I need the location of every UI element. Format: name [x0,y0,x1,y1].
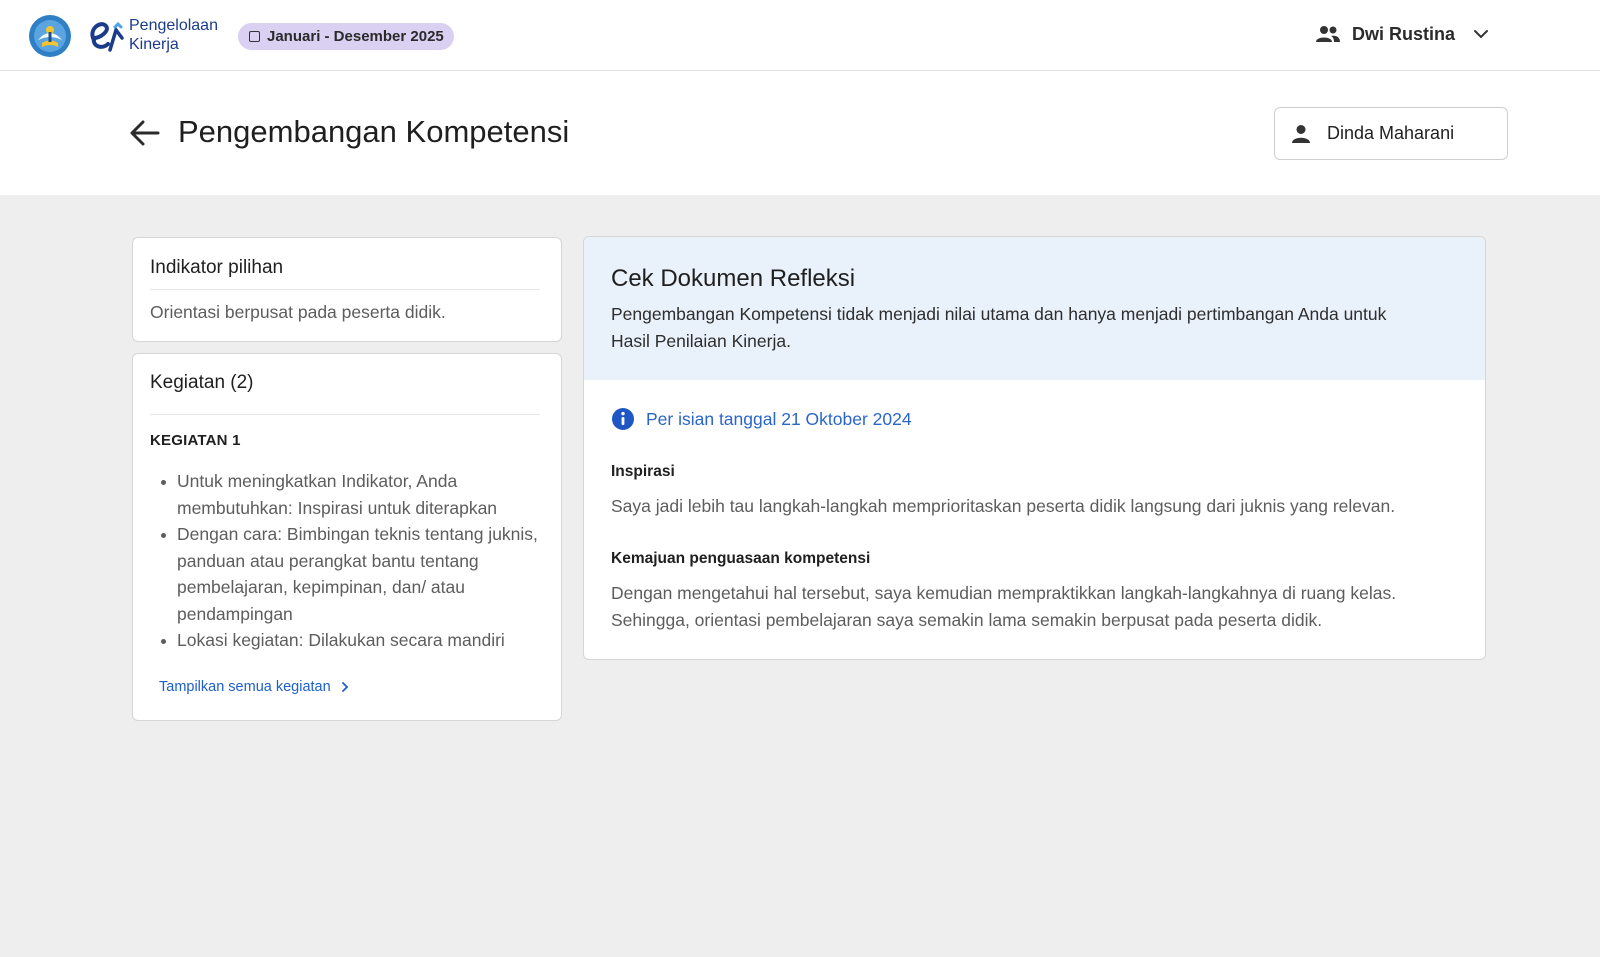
list-item: Untuk meningkatkan Indikator, Anda membu… [150,468,545,521]
brand-line-1: Pengelolaan [129,17,218,34]
kegiatan-item-heading: KEGIATAN 1 [150,432,241,449]
person-button-label: Dinda Maharani [1327,123,1455,143]
user-menu[interactable]: Dwi Rustina [1316,18,1489,50]
inspirasi-text: Saya jadi lebih tau langkah-langkah memp… [611,496,1396,516]
page-title: Pengembangan Kompetensi [178,114,570,149]
show-all-label: Tampilkan semua kegiatan [159,679,331,695]
dokumen-header: Cek Dokumen Refleksi Pengembangan Kompet… [584,237,1485,380]
users-icon [1316,26,1340,42]
brand-line-2: Kinerja [129,36,179,53]
inspirasi-label: Inspirasi [611,463,675,480]
pengelolaan-kinerja-logo-icon [90,21,124,52]
date-note-text: Per isian tanggal 21 Oktober 2024 [646,408,912,429]
indikator-title: Indikator pilihan [150,257,284,278]
divider [150,414,540,415]
back-arrow-icon[interactable] [128,116,162,150]
brand-name: Pengelolaan Kinerja [129,16,218,54]
period-chip[interactable]: Januari - Desember 2025 [238,23,454,50]
period-label: Januari - Desember 2025 [267,28,444,45]
date-note: Per isian tanggal 21 Oktober 2024 [611,407,912,431]
chevron-down-icon [1474,30,1489,39]
kegiatan-card: Kegiatan (2) KEGIATAN 1 Untuk meningkatk… [132,353,562,721]
kegiatan-title: Kegiatan (2) [150,372,254,393]
dokumen-title: Cek Dokumen Refleksi [611,265,856,292]
tut-wuri-handayani-logo[interactable] [28,14,72,58]
list-item: Lokasi kegiatan: Dilakukan secara mandir… [150,627,545,654]
page-header: Pengembangan Kompetensi Dinda Maharani [0,71,1600,195]
person-icon [1292,124,1310,143]
list-item: Dengan cara: Bimbingan teknis tentang ju… [150,521,545,627]
person-selector-button[interactable]: Dinda Maharani [1274,107,1508,160]
dokumen-refleksi-card: Cek Dokumen Refleksi Pengembangan Kompet… [583,236,1486,660]
show-all-kegiatan-link[interactable]: Tampilkan semua kegiatan [159,679,349,695]
info-icon [612,408,634,430]
dokumen-description: Pengembangan Kompetensi tidak menjadi ni… [611,304,1387,351]
user-name: Dwi Rustina [1352,23,1456,44]
kemajuan-label: Kemajuan penguasaan kompetensi [611,550,871,567]
indikator-value: Orientasi berpusat pada peserta didik. [150,302,446,322]
divider [150,289,540,290]
calendar-square-icon [249,31,260,42]
chevron-right-icon [341,682,348,692]
indikator-card: Indikator pilihan Orientasi berpusat pad… [132,237,562,342]
top-navbar: Pengelolaan Kinerja Januari - Desember 2… [0,0,1600,71]
kemajuan-text: Dengan mengetahui hal tersebut, saya kem… [611,583,1397,630]
kegiatan-points: Untuk meningkatkan Indikator, Anda membu… [150,468,545,654]
